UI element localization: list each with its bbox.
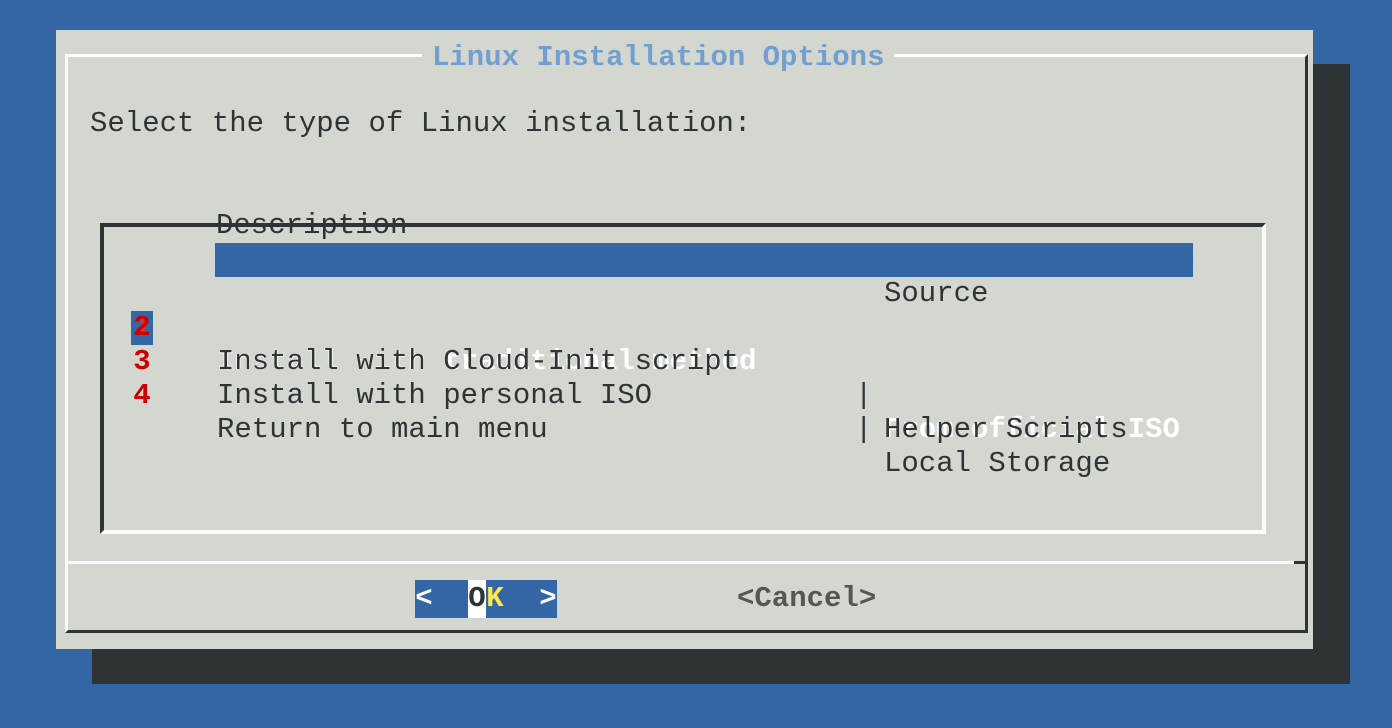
menu-item-description: Return to main menu — [217, 413, 548, 447]
ok-spacer — [433, 580, 468, 618]
selection-highlight — [215, 243, 1193, 277]
prompt-text: Select the type of Linux installation: — [90, 107, 751, 141]
menu-item-description: Install with personal ISO — [217, 379, 652, 413]
menu-item-separator: | — [855, 379, 872, 413]
menu-item-source: Helper Scripts — [884, 413, 1128, 447]
column-header-row: Description | Source — [56, 175, 1313, 209]
button-area-separator — [65, 561, 1308, 564]
menu-item-key: 4 — [131, 379, 153, 413]
menu-item-personal-iso[interactable]: 3 Install with personal ISO | Local Stor… — [104, 311, 1262, 345]
ok-cursor-char: O — [468, 580, 486, 618]
cancel-button[interactable]: <Cancel> — [737, 580, 876, 618]
ok-bracket-left: < — [415, 580, 433, 618]
separator-dark-cap — [1294, 561, 1308, 564]
menu-item-return-main-menu[interactable]: 4 Return to main menu — [104, 345, 1262, 379]
menu-item-cloud-init[interactable]: 2 Install with Cloud-Init script | Helpe… — [104, 277, 1262, 311]
menu-item-source: Local Storage — [884, 447, 1110, 481]
dialog-title: Linux Installation Options — [422, 41, 894, 75]
installation-options-dialog: Linux Installation Options Select the ty… — [56, 30, 1313, 649]
menu-item-traditional[interactable]: 1 Install with traditional method | From… — [104, 243, 1262, 277]
ok-button[interactable]: < O K > — [415, 580, 557, 618]
ok-spacer — [504, 580, 539, 618]
ok-bracket-right: > — [539, 580, 557, 618]
menu-listbox[interactable]: 1 Install with traditional method | From… — [100, 223, 1266, 534]
terminal-screen: Linux Installation Options Select the ty… — [0, 0, 1392, 728]
menu-item-separator: | — [855, 413, 872, 447]
ok-hotkey-char: K — [486, 580, 504, 618]
